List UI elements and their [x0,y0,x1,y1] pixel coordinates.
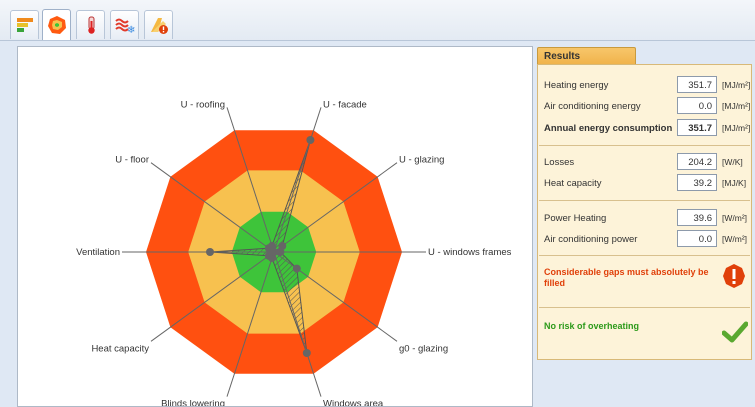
losses-unit: [W/K] [722,157,743,167]
air-conditioning-power-label: Air conditioning power [544,234,638,245]
axis-label: U - floor [115,155,149,166]
heat-capacity-label: Heat capacity [544,178,602,189]
heating-energy-row: Heating energy 351.7 [MJ/m²] [544,76,751,94]
heat-capacity-value[interactable]: 39.2 [677,174,717,191]
power-heating-unit: [W/m²] [722,213,748,223]
air-conditioning-energy-unit: [MJ/m²] [722,101,751,111]
bars-chart-icon [16,18,33,32]
warning-folder-icon [150,18,168,34]
air-conditioning-power-unit: [W/m²] [722,234,748,244]
center-marker [270,248,278,256]
heat-capacity-unit: [MJ/K] [722,178,747,188]
thermometer-icon [87,16,95,34]
annual-energy-value[interactable]: 351.7 [677,119,717,136]
value-marker [206,248,214,256]
losses-row: Losses 204.2 [W/K] [544,153,749,171]
air-conditioning-energy-row: Air conditioning energy 0.0 [MJ/m²] [544,97,751,115]
heat-capacity-row: Heat capacity 39.2 [MJ/K] [544,174,749,192]
radar-chart: U - facade U - glazing U - windows frames g… [76,99,512,407]
divider [539,200,750,201]
divider [539,255,750,256]
axis-label: U - glazing [399,155,444,166]
toolbar: ❄ [0,0,755,41]
annual-energy-unit: [MJ/m²] [722,123,751,133]
divider [539,145,750,146]
power-heating-value[interactable]: 39.6 [677,209,717,226]
heating-energy-value[interactable]: 351.7 [677,76,717,93]
svg-text:❄: ❄ [127,25,135,35]
gaps-warning-message: Considerable gaps must absolutely be fil… [544,267,709,288]
tab-results[interactable]: Results [537,47,636,65]
warning-icon [723,264,745,288]
value-marker [292,264,301,273]
axis-label: Blinds lowering [161,399,225,406]
results-tab-label: Results [544,51,581,62]
results-panel: Heating energy 351.7 [MJ/m²] Air conditi… [537,64,752,360]
air-conditioning-energy-label: Air conditioning energy [544,101,641,112]
checkmark-icon [722,321,748,343]
heating-energy-label: Heating energy [544,80,609,91]
annual-energy-label: Annual energy consumption [544,123,673,134]
tab-temperature[interactable] [76,10,105,39]
radar-chart-panel: U - facade U - glazing U - windows frames g… [17,46,533,407]
radar-chart-icon [47,16,66,34]
air-conditioning-energy-value[interactable]: 0.0 [677,97,717,114]
power-heating-label: Power Heating [544,213,607,224]
divider [539,307,750,308]
overheating-ok-message: No risk of overheating [544,321,640,331]
value-marker [302,349,311,357]
axis-label: Windows area [323,399,384,406]
toolbar-divider [0,40,755,41]
air-conditioning-power-row: Air conditioning power 0.0 [W/m²] [544,230,749,248]
heat-cold-icon: ❄ [114,18,135,35]
losses-label: Losses [544,157,575,168]
tab-heat-cold[interactable]: ❄ [110,10,139,39]
air-conditioning-power-value[interactable]: 0.0 [677,230,717,247]
heating-energy-unit: [MJ/m²] [722,80,751,90]
annual-energy-row: Annual energy consumption 351.7 [MJ/m²] [544,119,751,137]
axis-label: U - windows frames [428,247,512,258]
axis-label: U - roofing [181,99,225,110]
axis-label: g0 - glazing [399,343,448,354]
power-heating-row: Power Heating 39.6 [W/m²] [544,209,749,227]
tab-overview[interactable] [10,10,39,39]
axis-label: Heat capacity [91,343,149,354]
tab-radar[interactable] [42,9,71,40]
tab-warnings[interactable] [144,10,173,39]
axis-label: Ventilation [76,247,120,258]
losses-value[interactable]: 204.2 [677,153,717,170]
axis-label: U - facade [323,99,367,110]
value-marker [306,136,315,144]
